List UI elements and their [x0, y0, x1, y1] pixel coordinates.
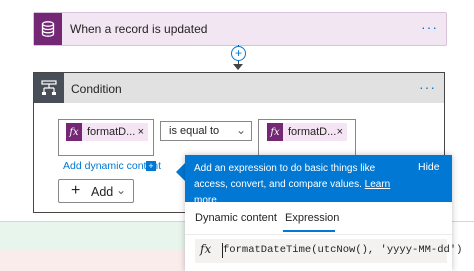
- condition-icon: [34, 73, 64, 103]
- function-icon: fx: [200, 242, 212, 256]
- function-icon: fx: [267, 123, 283, 141]
- add-dynamic-content-icon[interactable]: +: [146, 161, 156, 171]
- trigger-title: When a record is updated: [70, 22, 208, 36]
- function-icon: fx: [66, 123, 82, 141]
- add-button[interactable]: + Add ⌄: [58, 179, 134, 203]
- plus-icon: +: [71, 182, 81, 199]
- tab-dynamic-content[interactable]: Dynamic content: [195, 212, 277, 224]
- flyout-divider: [185, 234, 452, 235]
- flyout-message: Add an expression to do basic things lik…: [194, 161, 404, 209]
- trigger-card[interactable]: When a record is updated ···: [33, 12, 447, 46]
- operator-value: is equal to: [169, 125, 220, 137]
- active-tab-indicator: [283, 230, 335, 232]
- remove-token-button[interactable]: ×: [337, 126, 343, 138]
- expression-value: formatDateTime(utcNow(), 'yyyy-MM-dd'): [223, 244, 463, 256]
- arrow-down-icon: [233, 64, 243, 70]
- token-label: formatD...: [288, 126, 337, 138]
- left-expression-token[interactable]: fx formatD... ×: [66, 123, 148, 141]
- database-icon: [34, 13, 62, 45]
- operator-select[interactable]: is equal to ⌄: [160, 121, 252, 141]
- condition-title: Condition: [71, 82, 122, 96]
- chevron-down-icon: ⌄: [116, 183, 127, 197]
- condition-more-button[interactable]: ···: [419, 79, 436, 95]
- background-strip-error: [0, 250, 190, 271]
- remove-token-button[interactable]: ×: [138, 126, 144, 138]
- expression-input[interactable]: fx formatDateTime(utcNow(), 'yyyy-MM-dd'…: [195, 239, 462, 263]
- flyout-message-text: Add an expression to do basic things lik…: [194, 163, 376, 190]
- flyout-banner: Add an expression to do basic things lik…: [185, 155, 452, 206]
- right-operand-field[interactable]: fx formatD... ×: [258, 119, 356, 156]
- add-button-label: Add: [91, 185, 114, 199]
- insert-step-button[interactable]: +: [231, 46, 246, 61]
- trigger-more-button[interactable]: ···: [421, 19, 438, 35]
- background-strip-success: [0, 222, 190, 250]
- hide-button[interactable]: Hide: [418, 161, 440, 173]
- tab-expression[interactable]: Expression: [285, 212, 339, 224]
- condition-header[interactable]: Condition ···: [34, 73, 444, 103]
- expression-flyout: Add an expression to do basic things lik…: [185, 155, 462, 271]
- left-operand-field[interactable]: fx formatD... ×: [58, 119, 154, 156]
- token-label: formatD...: [87, 126, 136, 138]
- chevron-down-icon: ⌄: [235, 123, 246, 137]
- right-expression-token[interactable]: fx formatD... ×: [267, 123, 347, 141]
- flyout-pointer: [176, 163, 185, 181]
